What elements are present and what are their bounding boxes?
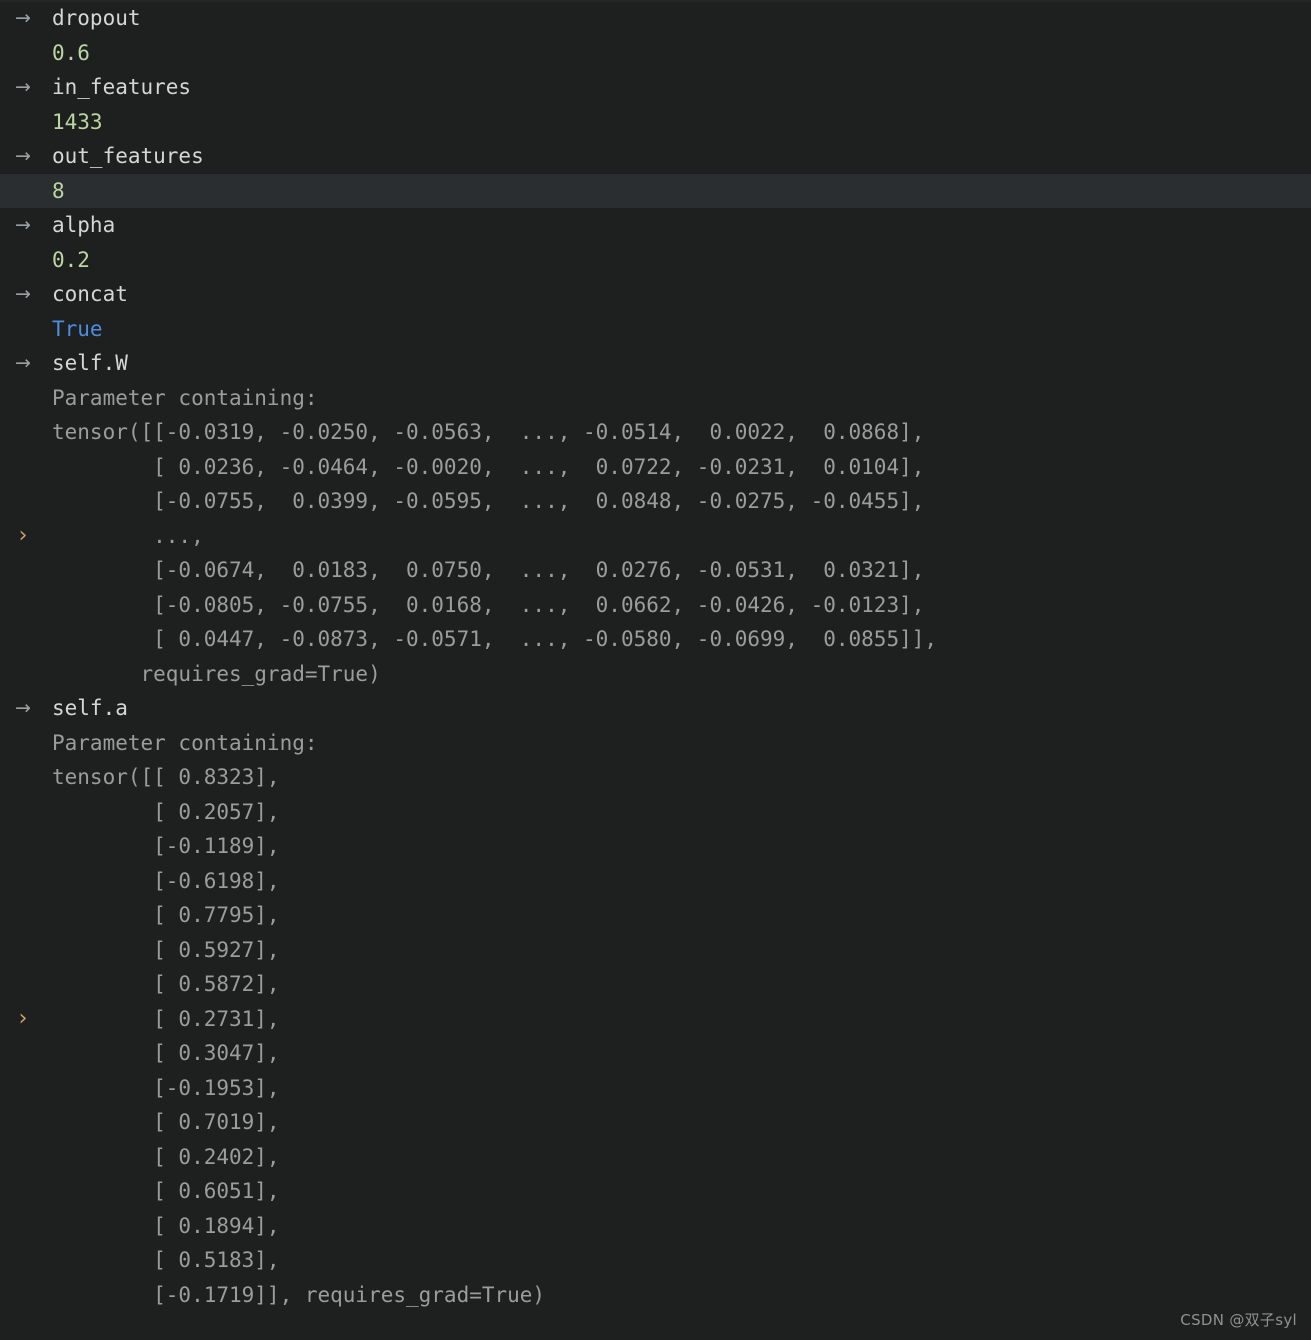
value-row[interactable]: [ 0.5927], (0, 933, 1311, 968)
variable-value: requires_grad=True) (52, 661, 381, 686)
variable-value: [ 0.5872], (52, 972, 280, 996)
variable-row[interactable]: → self.a (0, 691, 1311, 726)
value-row[interactable]: › [ 0.2731], (0, 1002, 1311, 1037)
value-row[interactable]: [ 0.7019], (0, 1105, 1311, 1140)
variable-value: Parameter containing: (52, 385, 318, 410)
watermark: CSDN @双子syl (1180, 1311, 1297, 1329)
variable-row[interactable]: → alpha (0, 208, 1311, 243)
value-row[interactable]: [-0.1953], (0, 1071, 1311, 1106)
variable-name: self.a (52, 696, 128, 720)
arrow-icon: → (15, 283, 31, 305)
variable-value: True (52, 316, 103, 341)
value-row[interactable]: [ 0.6051], (0, 1174, 1311, 1209)
variable-value: [-0.0755, 0.0399, -0.0595, ..., 0.0848, … (52, 489, 925, 513)
variable-name: self.W (52, 351, 128, 375)
variable-value: [ 0.2731], (52, 1006, 280, 1031)
variable-row[interactable]: → self.W (0, 346, 1311, 381)
arrow-icon: → (15, 76, 31, 98)
variable-value: tensor([[-0.0319, -0.0250, -0.0563, ...,… (52, 420, 925, 444)
variable-value: 0.2 (52, 247, 90, 272)
value-row[interactable]: [-0.0805, -0.0755, 0.0168, ..., 0.0662, … (0, 588, 1311, 623)
variable-value: [ 0.7019], (52, 1110, 280, 1134)
variable-value: [-0.6198], (52, 868, 280, 893)
value-row[interactable]: [ 0.3047], (0, 1036, 1311, 1071)
variable-value: [-0.1719]], requires_grad=True) (52, 1282, 546, 1307)
value-row[interactable]: requires_grad=True) (0, 657, 1311, 692)
arrow-icon: → (15, 145, 31, 167)
value-row[interactable]: › ..., (0, 519, 1311, 554)
variable-value: [ 0.5927], (52, 937, 280, 962)
value-row[interactable]: Parameter containing: (0, 726, 1311, 761)
debugger-variables-pane: → dropout 0.6 → in_features 1433 → out_features… (0, 0, 1311, 1340)
chevron-right-icon[interactable]: › (0, 519, 46, 554)
variable-row[interactable]: → in_features (0, 70, 1311, 105)
value-row[interactable]: [-0.1189], (0, 829, 1311, 864)
value-row[interactable]: 0.6 (0, 36, 1311, 71)
variable-value: [-0.1189], (52, 834, 280, 858)
value-row[interactable]: [-0.0674, 0.0183, 0.0750, ..., 0.0276, -… (0, 553, 1311, 588)
variable-name: out_features (52, 144, 204, 168)
variable-value: 1433 (52, 109, 103, 134)
value-row[interactable]: True (0, 312, 1311, 347)
value-row[interactable]: [ 0.0447, -0.0873, -0.0571, ..., -0.0580… (0, 622, 1311, 657)
arrow-icon: → (15, 697, 31, 719)
arrow-icon: → (15, 7, 31, 29)
variable-value: [ 0.0236, -0.0464, -0.0020, ..., 0.0722,… (52, 454, 925, 479)
value-row[interactable]: tensor([[ 0.8323], (0, 760, 1311, 795)
variable-value: [-0.0805, -0.0755, 0.0168, ..., 0.0662, … (52, 592, 925, 617)
value-row[interactable]: [ 0.2057], (0, 795, 1311, 830)
value-row[interactable]: tensor([[-0.0319, -0.0250, -0.0563, ...,… (0, 415, 1311, 450)
variable-value: [ 0.2402], (52, 1144, 280, 1169)
value-row[interactable]: Parameter containing: (0, 381, 1311, 416)
variable-name: dropout (52, 6, 141, 30)
variable-name: concat (52, 282, 128, 306)
chevron-right-icon[interactable]: › (0, 1002, 46, 1037)
variable-value: 0.6 (52, 40, 90, 65)
value-row[interactable]: [-0.6198], (0, 864, 1311, 899)
variable-name: in_features (52, 75, 192, 99)
value-row[interactable]: [ 0.7795], (0, 898, 1311, 933)
value-row[interactable]: [ 0.0236, -0.0464, -0.0020, ..., 0.0722,… (0, 450, 1311, 485)
variable-value: [ 0.7795], (52, 903, 280, 927)
value-row[interactable]: [-0.0755, 0.0399, -0.0595, ..., 0.0848, … (0, 484, 1311, 519)
variable-value: [ 0.0447, -0.0873, -0.0571, ..., -0.0580… (52, 627, 938, 651)
variable-value: [ 0.3047], (52, 1041, 280, 1065)
variable-name: alpha (52, 213, 116, 237)
variable-value: ..., (52, 523, 204, 548)
variable-row[interactable]: → dropout (0, 1, 1311, 36)
variable-value: [ 0.1894], (52, 1213, 280, 1238)
variable-row[interactable]: → concat (0, 277, 1311, 312)
variable-row[interactable]: → out_features (0, 139, 1311, 174)
value-row[interactable]: [ 0.1894], (0, 1209, 1311, 1244)
variable-lines-list: → dropout 0.6 → in_features 1433 → out_features… (0, 1, 1311, 1312)
variable-value: [ 0.6051], (52, 1179, 280, 1203)
value-row[interactable]: 0.2 (0, 243, 1311, 278)
value-row[interactable]: [-0.1719]], requires_grad=True) (0, 1278, 1311, 1313)
variable-value: Parameter containing: (52, 730, 318, 755)
value-row[interactable]: [ 0.2402], (0, 1140, 1311, 1175)
value-row[interactable]: [ 0.5872], (0, 967, 1311, 1002)
value-row[interactable]: [ 0.5183], (0, 1243, 1311, 1278)
arrow-icon: → (15, 352, 31, 374)
variable-value: [-0.1953], (52, 1075, 280, 1100)
variable-value: tensor([[ 0.8323], (52, 765, 280, 789)
variable-value: 8 (52, 178, 65, 203)
arrow-icon: → (15, 214, 31, 236)
value-row[interactable]: 1433 (0, 105, 1311, 140)
value-row[interactable]: 8 (0, 173, 1311, 208)
variable-value: [ 0.2057], (52, 799, 280, 824)
variable-value: [-0.0674, 0.0183, 0.0750, ..., 0.0276, -… (52, 558, 925, 582)
variable-value: [ 0.5183], (52, 1248, 280, 1272)
